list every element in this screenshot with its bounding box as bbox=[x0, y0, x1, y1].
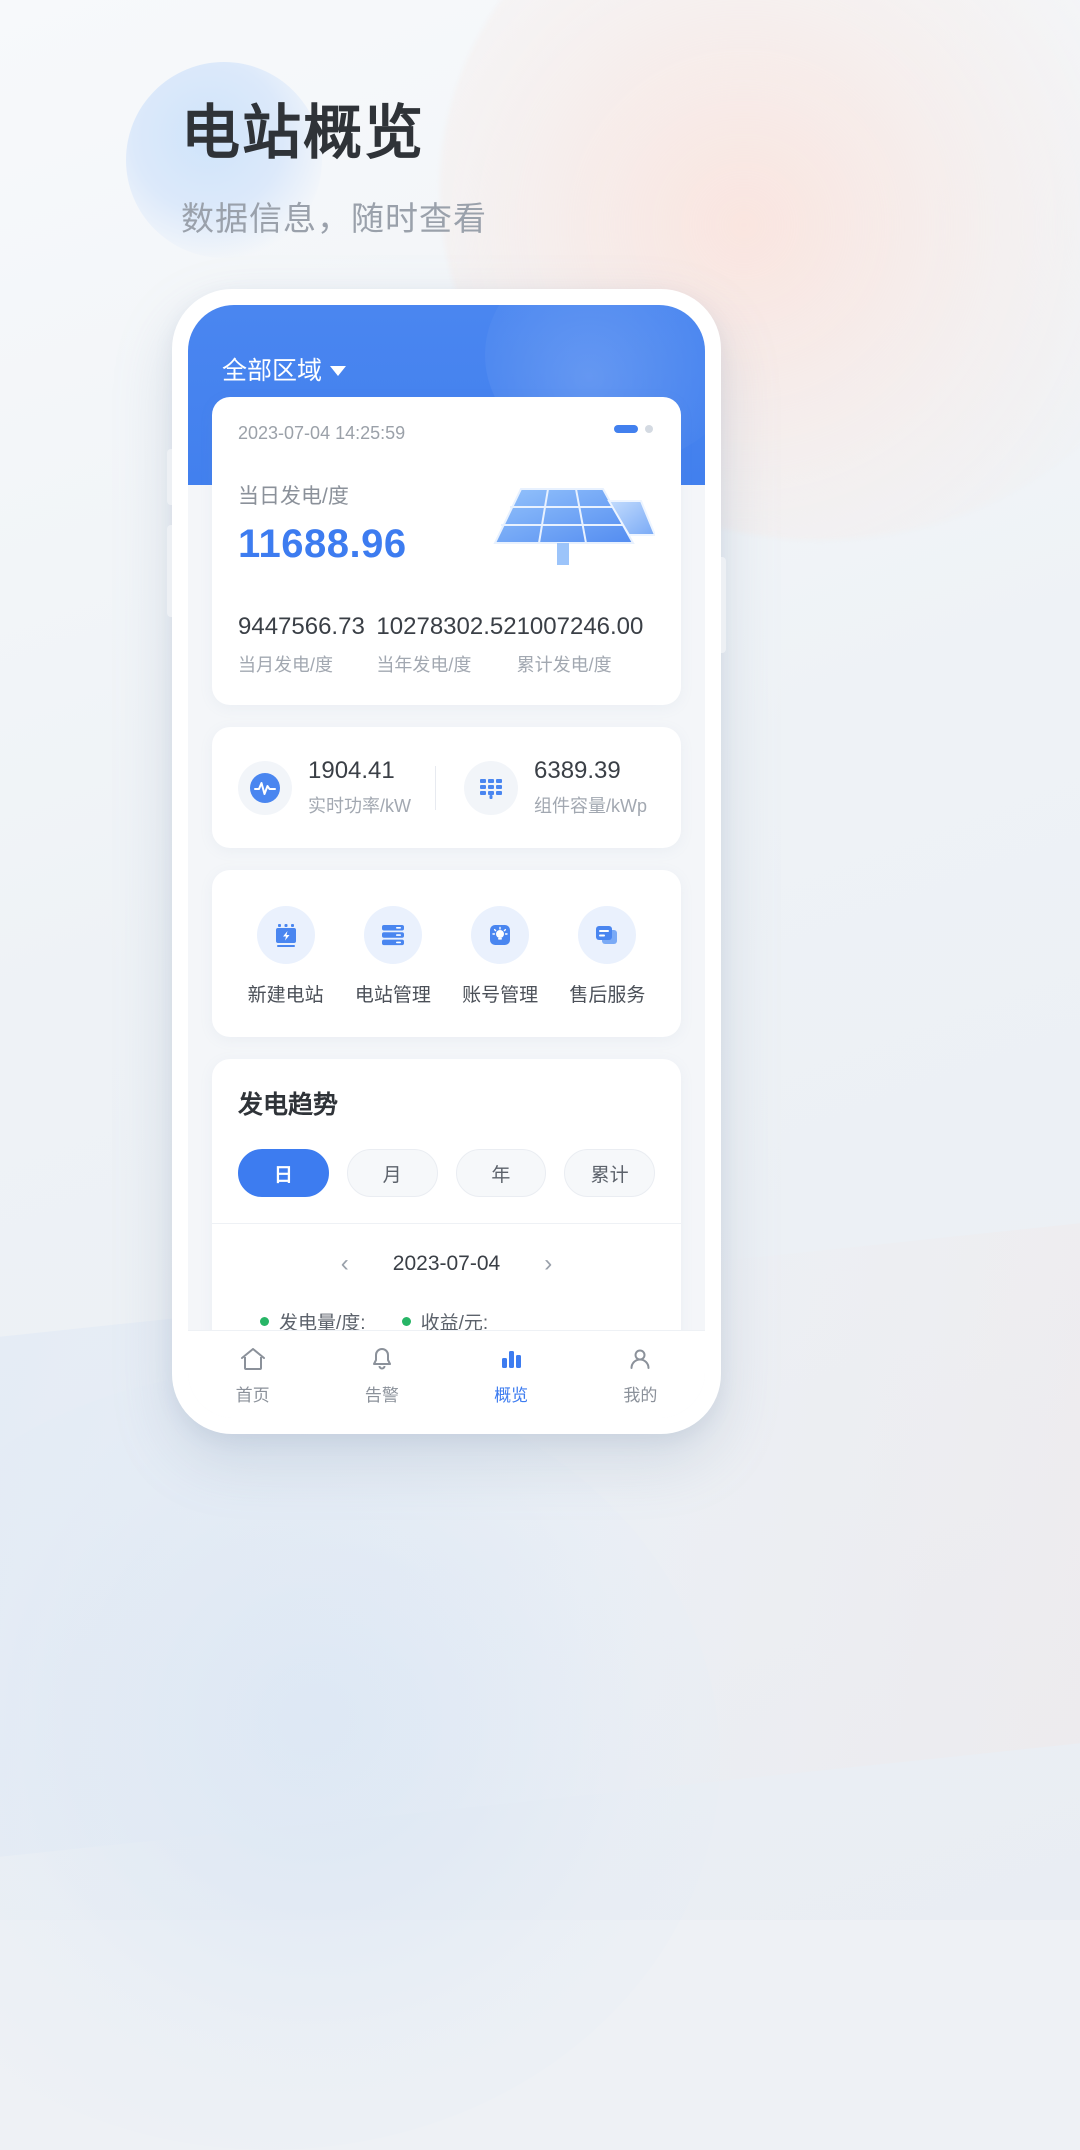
activity-pulse-icon bbox=[238, 760, 292, 815]
tab-alarm-label: 告警 bbox=[364, 1385, 399, 1405]
summary-timestamp: 2023-07-04 14:25:59 bbox=[238, 423, 406, 443]
realtime-power-item[interactable]: 1904.41 实时功率/kW bbox=[238, 757, 429, 818]
module-capacity-label: 组件容量/kWp bbox=[534, 796, 648, 816]
tab-month[interactable]: 月 bbox=[346, 1149, 438, 1197]
document-stack-icon bbox=[578, 906, 637, 964]
action-station-manage[interactable]: 电站管理 bbox=[339, 906, 446, 1007]
phone-mockup: 全部区域 2023-07-04 14:25:59 当日发电/度 11688.96… bbox=[167, 289, 726, 1434]
realtime-power-label: 实时功率/kW bbox=[308, 796, 411, 816]
action-new-station-label: 新建电站 bbox=[247, 985, 324, 1006]
legend-dot-icon bbox=[260, 1317, 269, 1326]
stat-month-label: 当月发电/度 bbox=[238, 655, 334, 675]
action-after-sales[interactable]: 售后服务 bbox=[554, 906, 661, 1007]
tab-mine-label: 我的 bbox=[623, 1385, 658, 1405]
solar-panel-illustration bbox=[493, 488, 655, 565]
page-headline: 电站概览 数据信息，随时查看 bbox=[181, 100, 487, 240]
carousel-dots[interactable] bbox=[614, 425, 653, 433]
stat-total-value: 1007246.00 bbox=[516, 613, 644, 640]
page-subtitle: 数据信息，随时查看 bbox=[181, 200, 487, 238]
tab-home-label: 首页 bbox=[235, 1385, 270, 1405]
tab-home[interactable]: 首页 bbox=[188, 1344, 317, 1406]
bottom-tab-bar[interactable]: 首页 告警 概览 我的 bbox=[188, 1330, 705, 1418]
bar-chart-icon bbox=[502, 1350, 522, 1368]
tab-overview-label: 概览 bbox=[494, 1385, 529, 1405]
stat-year-value: 10278302.52 bbox=[376, 613, 517, 640]
module-capacity-item[interactable]: 6389.39 组件容量/kWp bbox=[442, 757, 655, 818]
stat-month-value: 9447566.73 bbox=[238, 613, 365, 640]
solar-panel-grid-icon bbox=[464, 760, 518, 815]
module-capacity-text: 6389.39 组件容量/kWp bbox=[534, 757, 647, 818]
quick-actions-card: 新建电站 电站管理 账号管理 售后服务 bbox=[212, 870, 681, 1037]
person-icon bbox=[630, 1349, 650, 1369]
bell-icon bbox=[372, 1347, 391, 1369]
lightbulb-icon bbox=[471, 906, 530, 964]
stat-month: 9447566.73 当月发电/度 bbox=[238, 613, 376, 677]
tab-alarm[interactable]: 告警 bbox=[317, 1344, 446, 1406]
server-list-icon bbox=[363, 906, 422, 964]
generation-stats-row: 9447566.73 当月发电/度 10278302.52 当年发电/度 100… bbox=[238, 613, 655, 677]
stat-total-label: 累计发电/度 bbox=[516, 655, 612, 675]
generation-summary-card: 2023-07-04 14:25:59 当日发电/度 11688.96 9447… bbox=[212, 397, 681, 705]
home-icon bbox=[240, 1347, 265, 1370]
phone-power-button bbox=[721, 557, 726, 653]
action-new-station[interactable]: 新建电站 bbox=[232, 906, 339, 1007]
stat-year-label: 当年发电/度 bbox=[376, 655, 472, 675]
power-capacity-card: 1904.41 实时功率/kW 6389.39 组件容量/kWp bbox=[212, 727, 681, 848]
stat-year: 10278302.52 当年发电/度 bbox=[376, 613, 516, 677]
realtime-power-value: 1904.41 bbox=[308, 757, 395, 784]
carousel-dot[interactable] bbox=[645, 425, 653, 433]
chart-divider bbox=[212, 1223, 681, 1224]
app-scroll-body[interactable]: 2023-07-04 14:25:59 当日发电/度 11688.96 9447… bbox=[188, 397, 705, 1418]
legend-dot-icon bbox=[401, 1317, 411, 1326]
realtime-power-text: 1904.41 实时功率/kW bbox=[308, 757, 411, 818]
action-account-manage-label: 账号管理 bbox=[462, 985, 539, 1006]
tab-overview[interactable]: 概览 bbox=[447, 1344, 576, 1406]
module-capacity-value: 6389.39 bbox=[534, 757, 621, 784]
date-navigator[interactable]: ‹ 2023-07-04 › bbox=[238, 1250, 655, 1278]
power-divider bbox=[435, 765, 436, 810]
region-selector[interactable]: 全部区域 bbox=[222, 351, 347, 387]
tab-total[interactable]: 累计 bbox=[564, 1149, 655, 1197]
chart-date[interactable]: 2023-07-04 bbox=[393, 1252, 500, 1276]
chevron-down-icon bbox=[330, 366, 347, 376]
chevron-left-icon[interactable]: ‹ bbox=[341, 1250, 349, 1278]
tab-year[interactable]: 年 bbox=[455, 1149, 547, 1197]
battery-bolt-icon bbox=[256, 906, 315, 964]
period-tabs[interactable]: 日 月 年 累计 bbox=[238, 1149, 655, 1197]
carousel-dot-active[interactable] bbox=[614, 425, 638, 433]
tab-mine[interactable]: 我的 bbox=[576, 1344, 705, 1406]
stat-total: 1007246.00 累计发电/度 bbox=[517, 613, 655, 677]
tab-day[interactable]: 日 bbox=[238, 1149, 329, 1197]
chart-title: 发电趋势 bbox=[238, 1091, 339, 1119]
action-station-manage-label: 电站管理 bbox=[354, 985, 431, 1006]
phone-screen: 全部区域 2023-07-04 14:25:59 当日发电/度 11688.96… bbox=[188, 305, 705, 1418]
action-account-manage[interactable]: 账号管理 bbox=[447, 906, 554, 1007]
action-after-sales-label: 售后服务 bbox=[569, 985, 646, 1006]
chevron-right-icon[interactable]: › bbox=[544, 1250, 552, 1278]
page-title: 电站概览 bbox=[181, 100, 426, 166]
region-label: 全部区域 bbox=[222, 357, 323, 385]
